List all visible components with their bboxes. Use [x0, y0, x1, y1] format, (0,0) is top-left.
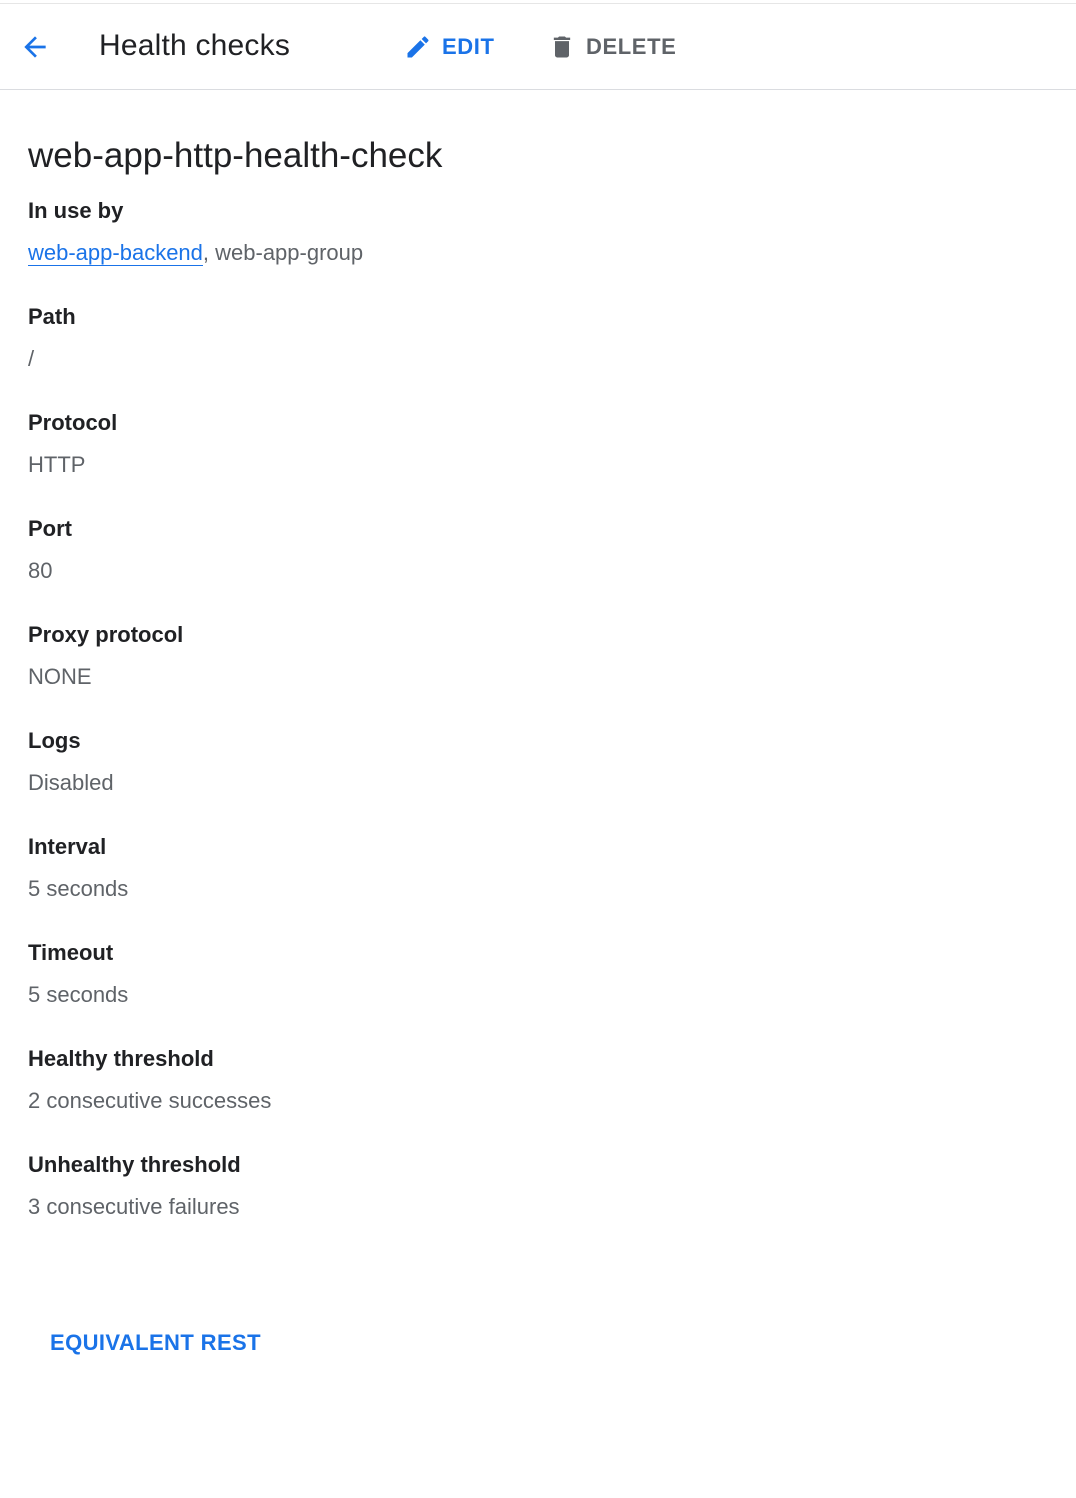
- field-value: NONE: [28, 664, 92, 689]
- arrow-back-icon: [19, 31, 51, 63]
- field-in-use-by: In use by web-app-backend, web-app-group: [28, 195, 1028, 301]
- field-value: Disabled: [28, 770, 114, 795]
- field-healthy-threshold: Healthy threshold 2 consecutive successe…: [28, 1043, 1028, 1149]
- field-port: Port 80: [28, 513, 1028, 619]
- page-header: Health checks EDIT DELETE: [0, 4, 1076, 90]
- pencil-icon: [404, 33, 432, 61]
- field-label: Interval: [28, 834, 107, 859]
- back-button[interactable]: [12, 24, 58, 70]
- equivalent-rest-button[interactable]: EQUIVALENT REST: [50, 1330, 261, 1356]
- field-label: In use by: [28, 198, 124, 223]
- field-label: Unhealthy threshold: [28, 1152, 241, 1177]
- edit-button[interactable]: EDIT: [404, 28, 495, 66]
- field-label: Port: [28, 516, 72, 541]
- value-separator: ,: [202, 240, 216, 265]
- details-panel: web-app-http-health-check In use by web-…: [28, 133, 1028, 1255]
- field-path: Path /: [28, 301, 1028, 407]
- delete-button-label: DELETE: [586, 34, 677, 59]
- field-value: web-app-backend, web-app-group: [28, 237, 1028, 269]
- resource-name: web-app-http-health-check: [28, 136, 443, 175]
- instance-group-text: web-app-group: [215, 240, 364, 265]
- page-title: Health checks: [99, 29, 291, 62]
- field-label: Logs: [28, 728, 81, 753]
- edit-button-label: EDIT: [442, 34, 495, 59]
- field-logs: Logs Disabled: [28, 725, 1028, 831]
- field-label: Protocol: [28, 410, 118, 435]
- field-label: Path: [28, 304, 76, 329]
- field-value: HTTP: [28, 452, 86, 477]
- field-protocol: Protocol HTTP: [28, 407, 1028, 513]
- field-value: 2 consecutive successes: [28, 1088, 272, 1113]
- field-interval: Interval 5 seconds: [28, 831, 1028, 937]
- backend-service-link[interactable]: web-app-backend: [28, 240, 203, 266]
- field-value: /: [28, 346, 35, 371]
- field-unhealthy-threshold: Unhealthy threshold 3 consecutive failur…: [28, 1149, 1028, 1255]
- field-value: 5 seconds: [28, 982, 129, 1007]
- field-value: 80: [28, 558, 53, 583]
- field-value: 5 seconds: [28, 876, 129, 901]
- delete-button[interactable]: DELETE: [548, 28, 676, 66]
- field-value: 3 consecutive failures: [28, 1194, 240, 1219]
- trash-icon: [548, 33, 576, 61]
- field-label: Timeout: [28, 940, 114, 965]
- field-proxy-protocol: Proxy protocol NONE: [28, 619, 1028, 725]
- field-timeout: Timeout 5 seconds: [28, 937, 1028, 1043]
- field-label: Healthy threshold: [28, 1046, 214, 1071]
- field-label: Proxy protocol: [28, 622, 184, 647]
